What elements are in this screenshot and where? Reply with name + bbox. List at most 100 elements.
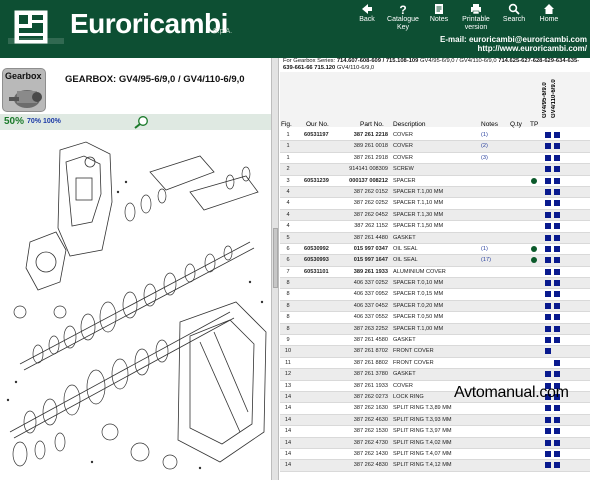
table-row[interactable]: 14 387 262 4830 SPLIT RING T.4,12 MM [280, 460, 590, 472]
table-row[interactable]: 14 387 262 4730 SPLIT RING T.4,02 MM [280, 437, 590, 449]
cell-part-no: 406 337 0952 [353, 291, 388, 298]
question-icon: ? [397, 3, 409, 15]
variant-2-marker [554, 450, 560, 457]
cell-description: SPACER T.1,30 MM [393, 211, 444, 218]
home-button[interactable]: Home [532, 0, 566, 34]
cell-fig: 14 [284, 450, 292, 457]
scrollbar-thumb[interactable] [273, 228, 278, 288]
variant-1-marker [545, 268, 551, 275]
table-row[interactable]: 12 387 261 3780 GASKET [280, 369, 590, 381]
cell-fig: 6 [286, 245, 290, 252]
cell-fig: 14 [284, 462, 292, 469]
cell-fig: 2 [286, 166, 290, 173]
table-row[interactable]: 7 60531101 389 261 1933 ALUMINIUM COVER [280, 267, 590, 279]
table-row[interactable]: 14 387 262 1430 SPLIT RING T.4,07 MM [280, 449, 590, 461]
variant-1-marker [545, 211, 551, 218]
table-row[interactable]: 4 387 262 0452 SPACER T.1,30 MM [280, 209, 590, 222]
cell-fig: 1 [286, 143, 290, 150]
variant-2-marker [554, 314, 560, 321]
variant-1-marker [545, 416, 551, 423]
table-row[interactable]: 5 387 261 4480 GASKET [280, 232, 590, 244]
back-button[interactable]: Back [350, 0, 384, 34]
exploded-gearbox-diagram[interactable] [0, 132, 271, 480]
cell-description: GASKET [393, 234, 416, 241]
panel-scrollbar[interactable] [271, 58, 279, 480]
cell-fig: 11 [285, 359, 291, 366]
table-row[interactable]: 4 387 262 0252 SPACER T.1,10 MM [280, 198, 590, 210]
table-row[interactable]: 4 387 262 1152 SPACER T.1,50 MM [280, 221, 590, 233]
table-row[interactable]: 14 387 262 1630 SPLIT RING T.3,89 MM [280, 403, 590, 415]
cell-part-no: 387 262 0252 [353, 200, 388, 207]
table-row[interactable]: 2 914141 008309 SCREW [280, 164, 590, 176]
cell-fig: 14 [284, 416, 292, 423]
table-row[interactable]: 8 406 337 0952 SPACER T.0,15 MM [280, 289, 590, 301]
variant-1-marker [545, 188, 551, 195]
table-row[interactable]: 8 406 337 0252 SPACER T.0,10 MM [280, 278, 590, 290]
variant-1-marker [545, 439, 551, 446]
table-row[interactable]: 8 406 337 0452 SPACER T.0,20 MM [280, 300, 590, 313]
column-qty: Q.ty [510, 121, 522, 128]
table-row[interactable]: 14 387 262 4630 SPLIT RING T.3,93 MM [280, 414, 590, 427]
cell-part-no: 387 262 4730 [353, 439, 388, 446]
home-icon [543, 3, 555, 15]
table-row[interactable]: 1 389 261 0018 COVER (2) [280, 141, 590, 153]
search-button[interactable]: Search [496, 0, 532, 34]
variant-2-marker [554, 462, 560, 469]
variant-2-marker [554, 268, 560, 275]
variant-1-marker [545, 143, 551, 150]
cell-description: GASKET [393, 337, 416, 344]
cell-fig: 4 [286, 223, 290, 230]
printable-version-button[interactable]: Printable version [456, 0, 496, 34]
magnifier-icon[interactable] [133, 115, 151, 129]
cell-fig: 14 [284, 405, 292, 412]
cell-part-no: 387 261 2918 [353, 154, 388, 161]
variant-2-marker [554, 439, 560, 446]
zoom-50-link[interactable]: 50% [4, 116, 24, 127]
parts-table-header: Fig. Our No. Part No. Description Notes … [280, 121, 590, 130]
toolbar: Back ? Catalogue Key Notes Printable ver… [350, 0, 566, 34]
cell-description: SPLIT RING T.4,02 MM [393, 439, 452, 446]
zoom-70-link[interactable]: 70% [27, 118, 41, 125]
variant-2-marker [554, 405, 560, 412]
table-row[interactable]: 6 60530992 015 997 0347 OIL SEAL (1) [280, 244, 590, 256]
variant-1-marker [545, 132, 551, 138]
cell-fig: 12 [284, 371, 292, 378]
table-row[interactable]: 10 387 261 8702 FRONT COVER [280, 346, 590, 358]
cell-fig: 6 [286, 257, 290, 264]
exploded-view-drawing [6, 141, 267, 470]
catalogue-key-button[interactable]: ? Catalogue Key [384, 0, 422, 34]
table-row[interactable]: 8 387 263 2252 SPACER T.1,00 MM [280, 323, 590, 336]
notes-label: Notes [429, 16, 449, 23]
variant-2-marker [554, 359, 560, 366]
cell-fig: 14 [284, 393, 292, 400]
cell-description: SPACER T.0,50 MM [393, 314, 444, 321]
table-row[interactable]: 14 387 262 1530 SPLIT RING T.3,97 MM [280, 426, 590, 438]
notes-button[interactable]: Notes [422, 0, 456, 34]
watermark-text: Avtomanual.com [454, 384, 569, 401]
cell-description: COVER [393, 154, 413, 161]
variant-1-marker [545, 428, 551, 435]
variant-1-marker [545, 314, 551, 321]
variant-2-marker [554, 188, 560, 195]
table-row[interactable]: 1 60531197 387 261 2218 COVER (1) [280, 130, 590, 142]
table-row[interactable]: 9 387 261 4580 GASKET [280, 335, 590, 347]
cell-description: FRONT COVER [393, 359, 434, 366]
cell-description: SPLIT RING T.3,97 MM [393, 428, 452, 435]
cell-part-no: 387 262 0273 [353, 393, 388, 400]
email-link[interactable]: E-mail: euroricambi@euroricambi.com [440, 35, 587, 44]
table-row[interactable]: 6 60530993 015 997 1647 OIL SEAL (17) [280, 255, 590, 267]
table-row[interactable]: 3 60531239 000137 008212 SPACER [280, 176, 590, 187]
variant-1-marker [545, 223, 551, 230]
variant-1-marker [545, 154, 551, 161]
cell-description: SCREW [393, 166, 414, 173]
cell-fig: 3 [286, 177, 290, 184]
cell-part-no: 387 261 8802 [353, 359, 388, 366]
website-link[interactable]: http://www.euroricambi.com/ [440, 44, 588, 53]
zoom-100-link[interactable]: 100% [43, 118, 61, 125]
table-row[interactable]: 1 387 261 2918 COVER (3) [280, 153, 590, 165]
table-row[interactable]: 11 387 261 8802 FRONT COVER [280, 358, 590, 370]
table-row[interactable]: 4 387 262 0152 SPACER T.1,00 MM [280, 186, 590, 199]
table-row[interactable]: 8 406 337 0552 SPACER T.0,50 MM [280, 312, 590, 324]
app-header: Euroricambi S.p.A. Back ? Catalogue Key … [0, 0, 590, 58]
cell-our-no: 60530993 [304, 257, 329, 264]
